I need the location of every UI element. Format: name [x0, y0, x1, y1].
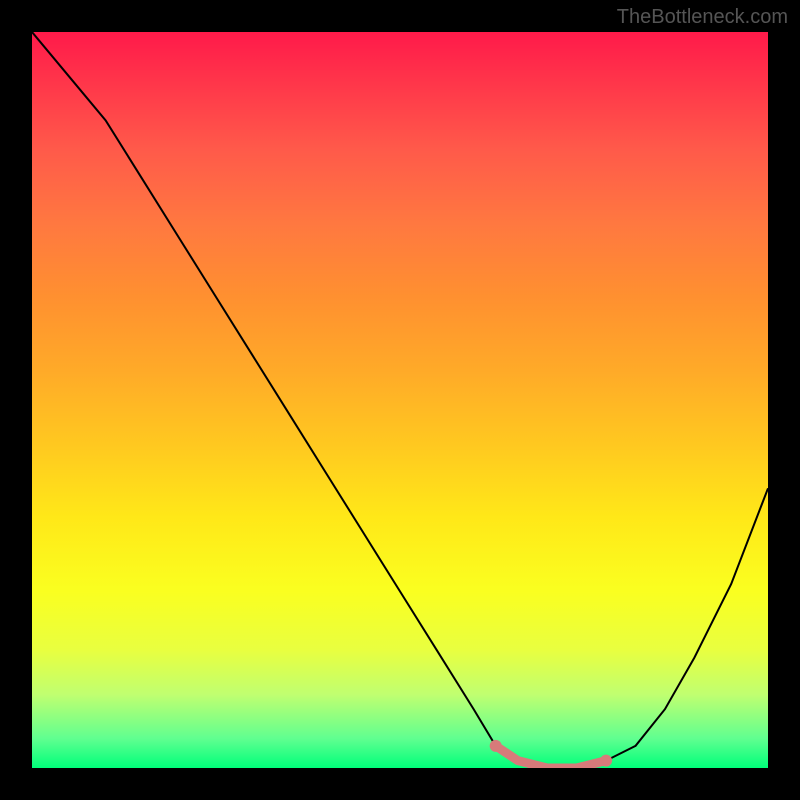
plot-area [32, 32, 768, 768]
watermark-text: TheBottleneck.com [617, 6, 788, 29]
highlight-region [32, 32, 768, 768]
